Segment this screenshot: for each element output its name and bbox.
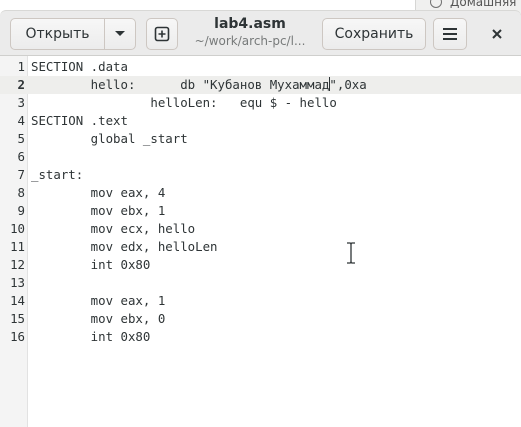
line-text[interactable]: int 0x80 — [31, 328, 151, 346]
line-number: 14 — [10, 293, 25, 308]
line-number: 16 — [10, 329, 25, 344]
line-text-after-cursor: ",0xa — [329, 77, 367, 92]
code-line[interactable]: 9 mov ebx, 1 — [0, 202, 521, 220]
window-title-block: lab4.asm ~/work/arch-pc/l... — [186, 15, 314, 50]
code-line[interactable]: 7 _start: — [0, 166, 521, 184]
code-line[interactable]: 12 int 0x80 — [0, 256, 521, 274]
code-line[interactable]: 6 — [0, 148, 521, 166]
line-number: 1 — [17, 59, 25, 74]
line-text[interactable]: hello: db "Кубанов Мухаммад",0xa — [31, 76, 367, 94]
background-window-title: Домашняя — [450, 0, 517, 9]
line-text[interactable]: SECTION .data — [31, 58, 128, 76]
open-button-label: Открыть — [25, 26, 90, 42]
open-recent-dropdown-button[interactable] — [104, 18, 136, 50]
code-line[interactable]: 15 mov ebx, 0 — [0, 310, 521, 328]
text-cursor-ibeam-icon — [347, 242, 355, 264]
save-button[interactable]: Сохранить — [322, 18, 426, 50]
line-number: 8 — [17, 185, 25, 200]
line-text[interactable]: helloLen: equ $ - hello — [31, 94, 337, 112]
line-number: 5 — [17, 131, 25, 146]
code-line[interactable]: 4 SECTION .text — [0, 112, 521, 130]
code-line[interactable]: 8 mov eax, 4 — [0, 184, 521, 202]
line-text-before-cursor: hello: db "Кубанов Мухаммад — [31, 77, 330, 92]
line-number: 11 — [10, 239, 25, 254]
line-text[interactable]: _start: — [31, 166, 83, 184]
code-line[interactable]: 1 SECTION .data — [0, 58, 521, 76]
line-text[interactable]: mov eax, 4 — [31, 184, 166, 202]
line-number: 4 — [17, 113, 25, 128]
code-line[interactable]: 13 — [0, 274, 521, 292]
line-text[interactable]: int 0x80 — [31, 256, 151, 274]
open-button[interactable]: Открыть — [10, 18, 105, 50]
line-text[interactable]: mov edx, helloLen — [31, 238, 218, 256]
window-title: lab4.asm — [214, 16, 286, 32]
line-text[interactable]: mov ebx, 1 — [31, 202, 166, 220]
line-number: 7 — [17, 167, 25, 182]
line-number: 15 — [10, 311, 25, 326]
hamburger-menu-icon — [443, 28, 457, 40]
line-number: 9 — [17, 203, 25, 218]
line-number: 3 — [17, 95, 25, 110]
code-line[interactable]: 16 int 0x80 — [0, 328, 521, 346]
text-editor[interactable]: 1 SECTION .data 2 hello: db "Кубанов Мухам… — [0, 56, 521, 427]
save-button-label: Сохранить — [334, 26, 414, 42]
line-text[interactable]: mov eax, 1 — [31, 292, 166, 310]
line-number: 6 — [17, 149, 25, 164]
line-text[interactable]: global _start — [31, 130, 188, 148]
close-icon — [492, 29, 502, 39]
line-number: 13 — [10, 275, 25, 290]
code-line[interactable]: 2 hello: db "Кубанов Мухаммад",0xa — [0, 76, 521, 94]
chevron-down-icon — [115, 31, 125, 36]
line-number: 10 — [10, 221, 25, 236]
code-line[interactable]: 3 helloLen: equ $ - hello — [0, 94, 521, 112]
window-subtitle: ~/work/arch-pc/l... — [194, 34, 306, 48]
background-window-icon — [430, 0, 442, 8]
header-bar: Открыть lab4.asm ~/work/arch-pc/l... Сох… — [0, 10, 521, 56]
line-text[interactable]: SECTION .text — [31, 112, 128, 130]
code-line[interactable]: 14 mov eax, 1 — [0, 292, 521, 310]
code-line[interactable]: 10 mov ecx, hello — [0, 220, 521, 238]
code-line[interactable]: 5 global _start — [0, 130, 521, 148]
menu-button[interactable] — [433, 18, 467, 50]
new-tab-icon — [154, 26, 170, 42]
line-text[interactable]: mov ebx, 0 — [31, 310, 166, 328]
new-tab-button[interactable] — [146, 18, 178, 50]
line-number: 12 — [10, 257, 25, 272]
close-window-button[interactable] — [484, 22, 510, 46]
code-line[interactable]: 11 mov edx, helloLen — [0, 238, 521, 256]
line-number: 2 — [17, 77, 25, 92]
code-area[interactable]: 1 SECTION .data 2 hello: db "Кубанов Мухам… — [0, 58, 521, 346]
gedit-window: Домашняя Открыть lab4.asm ~/work/arch-pc… — [0, 0, 521, 427]
line-text[interactable]: mov ecx, hello — [31, 220, 195, 238]
